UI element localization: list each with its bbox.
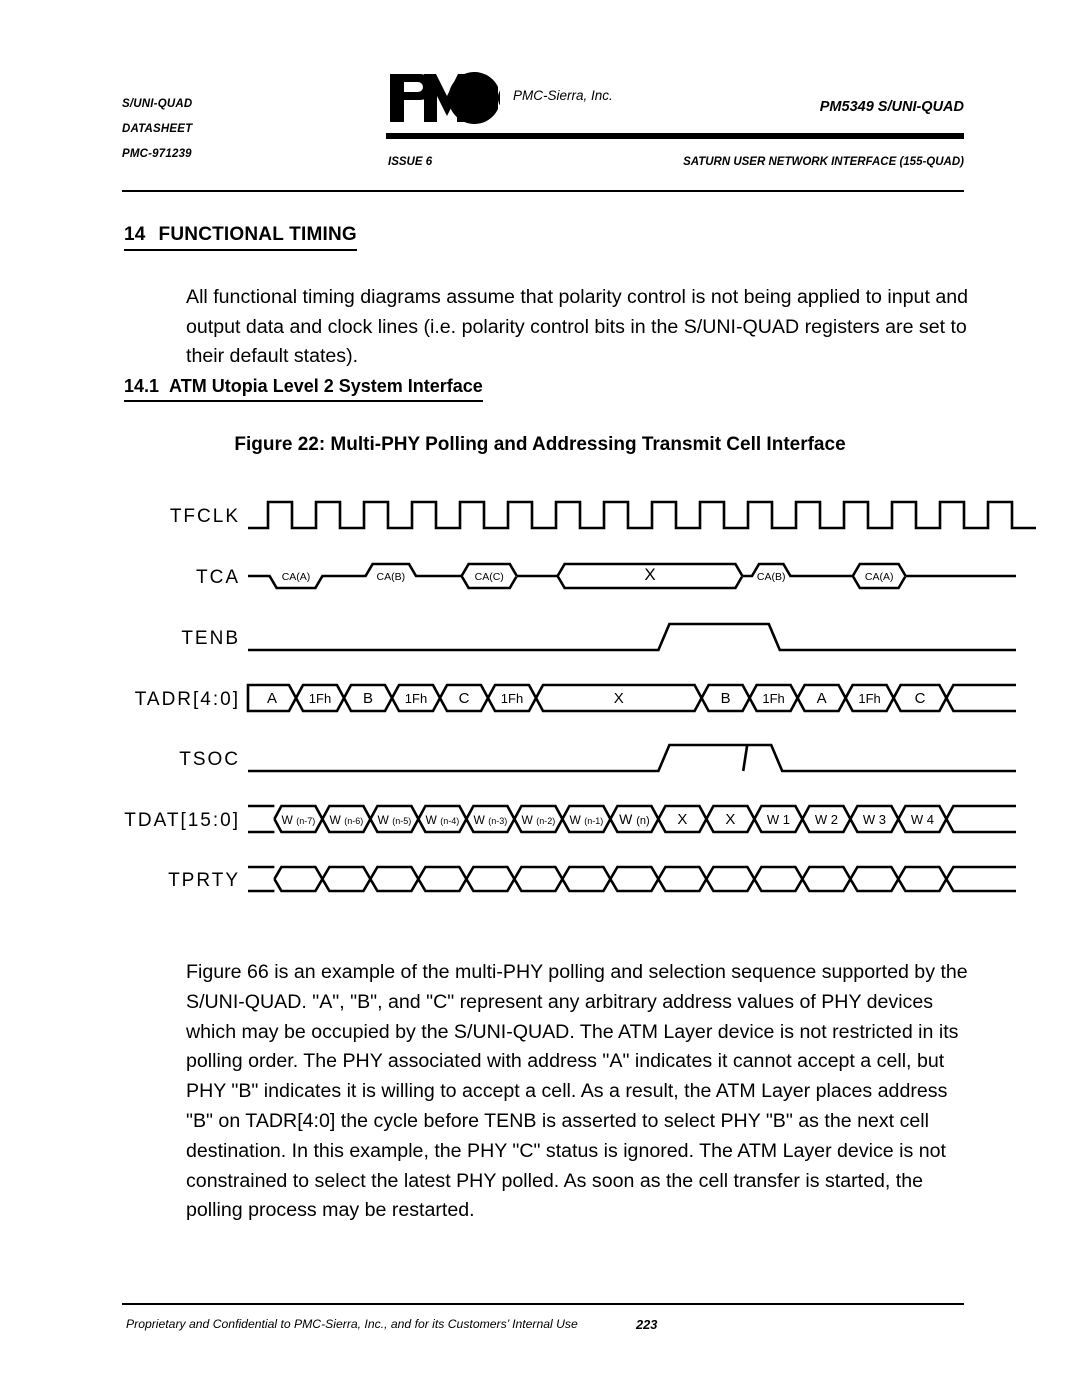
section-title-text: FUNCTIONAL TIMING	[158, 224, 357, 245]
section-heading: 14 FUNCTIONAL TIMING	[124, 224, 357, 251]
body-paragraph: Figure 66 is an example of the multi-PHY…	[186, 961, 968, 1222]
tadr-cell-label-0: A	[267, 690, 277, 707]
header-doc-family: S/UNI-QUAD	[122, 98, 193, 110]
tadr-cell-label-2: B	[363, 690, 373, 707]
section-number: 14	[124, 224, 146, 245]
tdat-cell-label-9: X	[725, 811, 735, 828]
subsection-number: 14.1	[124, 376, 160, 396]
header-doc-number: PMC-971239	[122, 148, 192, 160]
tdat-cell-label-7: W (n)	[619, 811, 650, 827]
header-product-name: SATURN USER NETWORK INTERFACE (155-QUAD)	[683, 156, 964, 168]
tdat-cell-label-11: W 2	[815, 812, 838, 827]
tca-cell-label-1: CA(B)	[377, 571, 406, 583]
tdat-cell-label-13: W 4	[911, 812, 934, 827]
signal-label-tadr: TADR[4:0]	[135, 689, 240, 710]
tdat-cell-label-6: W (n-1)	[570, 813, 604, 827]
pmc-logo	[388, 72, 500, 124]
timing-diagram: TFCLK TCA CA(A) CA(B) CA(C) X CA(B) CA(A) TENB TA…	[0, 480, 1080, 910]
header-bottom-rule	[122, 190, 964, 192]
tadr-cell-label-7: B	[721, 690, 731, 707]
tca-cell-label-3: X	[644, 565, 655, 584]
tadr-cell-label-5: 1Fh	[501, 691, 523, 706]
tdat-cell-label-0: W (n-7)	[282, 813, 316, 827]
header-rule	[386, 133, 964, 139]
page-header: S/UNI-QUAD DATASHEET PMC-971239 PMC-Sier…	[0, 0, 1080, 192]
subsection-heading: 14.1 ATM Utopia Level 2 System Interface	[124, 376, 483, 402]
tadr-cell-label-10: 1Fh	[858, 691, 880, 706]
signal-label-tprty: TPRTY	[168, 870, 240, 891]
tdat-cell-label-3: W (n-4)	[426, 813, 460, 827]
signal-label-tca: TCA	[196, 567, 240, 588]
header-part-number: PM5349 S/UNI-QUAD	[819, 99, 964, 115]
footer-notice: Proprietary and Confidential to PMC-Sier…	[126, 1317, 578, 1331]
logo-caption: PMC-Sierra, Inc.	[513, 88, 613, 103]
waveform-tsoc	[248, 743, 1016, 773]
tca-cell-label-5: CA(A)	[865, 571, 894, 583]
waveform-tenb	[248, 622, 1016, 652]
intro-paragraph: All functional timing diagrams assume th…	[186, 286, 969, 367]
tadr-cell-label-6: X	[614, 690, 624, 707]
tadr-cell-label-3: 1Fh	[405, 691, 427, 706]
signal-label-tfclk: TFCLK	[170, 506, 240, 527]
footer-page-number: 223	[636, 1317, 658, 1332]
header-doc-type: DATASHEET	[122, 123, 193, 135]
tdat-cell-label-12: W 3	[863, 812, 886, 827]
tca-cell-label-4: CA(B)	[757, 571, 786, 583]
footer-rule	[122, 1303, 964, 1305]
signal-label-tenb: TENB	[181, 628, 240, 649]
tdat-cell-label-1: W (n-6)	[330, 813, 364, 827]
figure-caption: Figure 22: Multi-PHY Polling and Address…	[234, 434, 846, 455]
tdat-cell-label-8: X	[677, 811, 687, 828]
tdat-cell-label-4: W (n-3)	[474, 813, 508, 827]
signal-label-tdat: TDAT[15:0]	[124, 810, 240, 831]
tdat-cell-label-2: W (n-5)	[378, 813, 412, 827]
tadr-cell-label-1: 1Fh	[309, 691, 331, 706]
tadr-cell-label-8: 1Fh	[762, 691, 784, 706]
tdat-cell-label-5: W (n-2)	[522, 813, 556, 827]
tadr-cell-label-4: C	[459, 690, 470, 707]
waveform-tca	[248, 562, 1016, 590]
tca-cell-label-0: CA(A)	[282, 571, 311, 583]
tprty-rail-top	[273, 865, 1016, 880]
header-left-block: S/UNI-QUAD DATASHEET PMC-971239	[122, 92, 362, 167]
tadr-cell-label-11: C	[915, 690, 926, 707]
tca-cell-label-2: CA(C)	[475, 571, 504, 583]
subsection-title-text: ATM Utopia Level 2 System Interface	[169, 376, 483, 396]
signal-label-tsoc: TSOC	[179, 749, 240, 770]
tdat-cell-label-10: W 1	[767, 812, 790, 827]
header-issue: ISSUE 6	[388, 156, 433, 168]
tadr-cell-label-9: A	[817, 690, 827, 707]
tprty-rail-bot	[273, 878, 1016, 893]
waveform-tfclk	[248, 500, 1036, 530]
datasheet-page: S/UNI-QUAD DATASHEET PMC-971239 PMC-Sier…	[0, 0, 1080, 1397]
